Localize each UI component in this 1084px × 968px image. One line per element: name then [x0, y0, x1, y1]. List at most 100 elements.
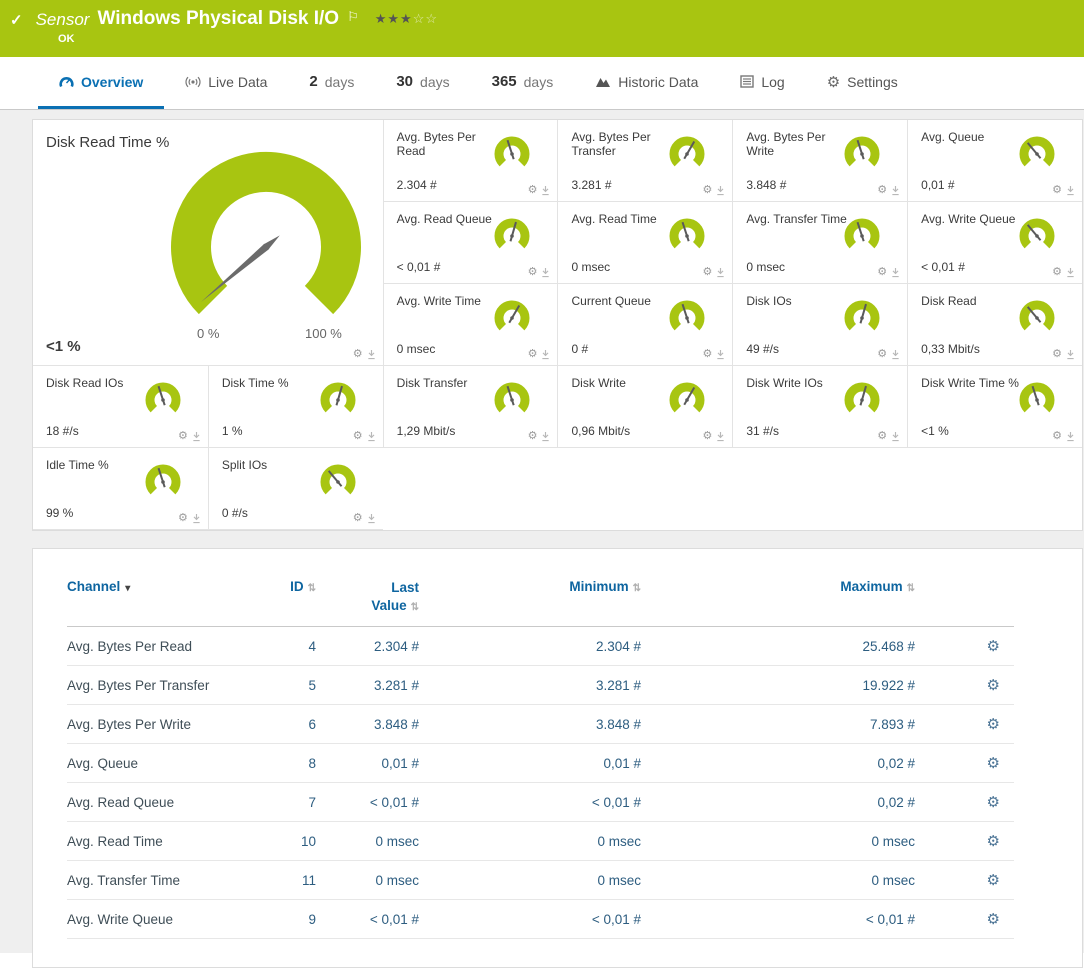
gauge-tile[interactable]: Disk Read0,33 Mbit/s⚙	[907, 284, 1082, 366]
tab-overview[interactable]: Overview	[38, 57, 164, 109]
gear-icon[interactable]: ⚙	[877, 349, 887, 360]
tab-30-days[interactable]: 30days	[375, 57, 470, 109]
channel-minimum: 3.281 #	[419, 666, 641, 705]
sort-header-id[interactable]: ID⇅	[242, 575, 316, 627]
gauge-tile[interactable]: Avg. Transfer Time0 msec⚙	[732, 202, 907, 284]
tab-historic-data[interactable]: Historic Data	[574, 57, 719, 109]
priority-stars[interactable]: ★★★☆☆	[375, 11, 438, 27]
gauge-dial-icon	[664, 380, 710, 422]
tab-settings[interactable]: ⚙ Settings	[806, 57, 919, 109]
gauge-label: Avg. Write Queue	[921, 213, 1024, 227]
pin-icon[interactable]	[716, 185, 725, 196]
gear-icon[interactable]: ⚙	[877, 267, 887, 278]
pin-icon[interactable]	[192, 513, 201, 524]
channel-last-value: < 0,01 #	[316, 900, 419, 939]
gear-icon[interactable]: ⚙	[353, 349, 363, 360]
gear-icon[interactable]: ⚙	[702, 431, 712, 442]
channel-settings-gear-icon[interactable]: ⚙	[987, 794, 1000, 811]
pin-icon[interactable]	[541, 349, 550, 360]
gauge-tile[interactable]: Disk IOs49 #/s⚙	[732, 284, 907, 366]
tab-live-data[interactable]: Live Data	[164, 57, 288, 109]
gear-icon[interactable]: ⚙	[1052, 185, 1062, 196]
pin-icon[interactable]	[541, 267, 550, 278]
sort-header-channel[interactable]: Channel▾	[67, 575, 242, 627]
primary-gauge-tile[interactable]: Disk Read Time % 0 % 100 % <1 % ⚙	[33, 120, 383, 366]
gear-icon[interactable]: ⚙	[528, 431, 538, 442]
flag-icon[interactable]: ⚐	[347, 9, 359, 25]
gauge-tile[interactable]: Avg. Read Time0 msec⚙	[557, 202, 732, 284]
pin-icon[interactable]	[367, 431, 376, 442]
gear-icon[interactable]: ⚙	[877, 431, 887, 442]
pin-icon[interactable]	[541, 185, 550, 196]
pin-icon[interactable]	[541, 431, 550, 442]
pin-icon[interactable]	[716, 431, 725, 442]
channel-maximum: 25.468 #	[641, 627, 915, 666]
gauge-tile[interactable]: Current Queue0 #⚙	[557, 284, 732, 366]
sort-header-last-value[interactable]: LastValue⇅	[316, 575, 419, 627]
gauge-tile[interactable]: Avg. Bytes Per Read2.304 #⚙	[383, 120, 558, 202]
channel-settings-gear-icon[interactable]: ⚙	[987, 755, 1000, 772]
channel-settings-gear-icon[interactable]: ⚙	[987, 716, 1000, 733]
gear-icon[interactable]: ⚙	[1052, 267, 1062, 278]
stars-filled[interactable]: ★★★	[375, 11, 413, 26]
stars-empty[interactable]: ☆☆	[413, 11, 438, 26]
gear-icon[interactable]: ⚙	[178, 513, 188, 524]
pin-icon[interactable]	[1066, 185, 1075, 196]
channel-settings-gear-icon[interactable]: ⚙	[987, 872, 1000, 889]
pin-icon[interactable]	[367, 349, 376, 360]
gauge-tile[interactable]: Avg. Write Time0 msec⚙	[383, 284, 558, 366]
gear-icon[interactable]: ⚙	[528, 267, 538, 278]
gear-icon[interactable]: ⚙	[178, 431, 188, 442]
gauge-tile[interactable]: Disk Time %1 %⚙	[208, 366, 383, 448]
pin-icon[interactable]	[192, 431, 201, 442]
gear-icon[interactable]: ⚙	[353, 431, 363, 442]
gear-icon[interactable]: ⚙	[1052, 431, 1062, 442]
gauge-tile[interactable]: Disk Read IOs18 #/s⚙	[33, 366, 208, 448]
gauge-tile[interactable]: Avg. Read Queue< 0,01 #⚙	[383, 202, 558, 284]
pin-icon[interactable]	[891, 185, 900, 196]
pin-icon[interactable]	[716, 267, 725, 278]
gauge-tile[interactable]: Avg. Bytes Per Transfer3.281 #⚙	[557, 120, 732, 202]
sort-header-maximum[interactable]: Maximum⇅	[641, 575, 915, 627]
gear-icon[interactable]: ⚙	[528, 185, 538, 196]
tab-log[interactable]: Log	[719, 57, 805, 109]
gear-icon[interactable]: ⚙	[1052, 349, 1062, 360]
gauge-tile[interactable]: Avg. Bytes Per Write3.848 #⚙	[732, 120, 907, 202]
gear-icon[interactable]: ⚙	[528, 349, 538, 360]
pin-icon[interactable]	[891, 349, 900, 360]
pin-icon[interactable]	[891, 431, 900, 442]
channel-settings-gear-icon[interactable]: ⚙	[987, 638, 1000, 655]
gear-icon[interactable]: ⚙	[702, 349, 712, 360]
tab-2-days[interactable]: 2days	[288, 57, 375, 109]
pin-icon[interactable]	[1066, 349, 1075, 360]
pin-icon[interactable]	[367, 513, 376, 524]
gauge-tile[interactable]: Idle Time %99 %⚙	[33, 448, 208, 530]
content-area: Disk Read Time % 0 % 100 % <1 % ⚙ Avg. B…	[0, 110, 1084, 953]
channel-name: Avg. Bytes Per Transfer	[67, 666, 242, 705]
channel-settings-gear-icon[interactable]: ⚙	[987, 677, 1000, 694]
gauge-tile[interactable]: Disk Write IOs31 #/s⚙	[732, 366, 907, 448]
gear-icon[interactable]: ⚙	[702, 185, 712, 196]
channel-settings-gear-icon[interactable]: ⚙	[987, 911, 1000, 928]
gauge-tile[interactable]: Avg. Write Queue< 0,01 #⚙	[907, 202, 1082, 284]
gauge-tile[interactable]: Disk Transfer1,29 Mbit/s⚙	[383, 366, 558, 448]
channel-settings-gear-icon[interactable]: ⚙	[987, 833, 1000, 850]
gear-icon[interactable]: ⚙	[702, 267, 712, 278]
gauge-dial-icon	[489, 298, 535, 340]
channel-maximum: 7.893 #	[641, 705, 915, 744]
gauge-tile[interactable]: Avg. Queue0,01 #⚙	[907, 120, 1082, 202]
pin-icon[interactable]	[891, 267, 900, 278]
gauge-dial-icon	[664, 216, 710, 258]
pin-icon[interactable]	[716, 349, 725, 360]
gauge-tile[interactable]: Split IOs0 #/s⚙	[208, 448, 383, 530]
pin-icon[interactable]	[1066, 431, 1075, 442]
gauge-scale-max: 100 %	[305, 326, 342, 341]
gauge-tile[interactable]: Disk Write0,96 Mbit/s⚙	[557, 366, 732, 448]
gauge-tile[interactable]: Disk Write Time %<1 %⚙	[907, 366, 1082, 448]
gear-icon[interactable]: ⚙	[353, 513, 363, 524]
tab-365-days[interactable]: 365days	[471, 57, 575, 109]
channels-panel: Channel▾ ID⇅ LastValue⇅ Minimum⇅ Maximum…	[32, 548, 1083, 968]
pin-icon[interactable]	[1066, 267, 1075, 278]
gear-icon[interactable]: ⚙	[877, 185, 887, 196]
sort-header-minimum[interactable]: Minimum⇅	[419, 575, 641, 627]
